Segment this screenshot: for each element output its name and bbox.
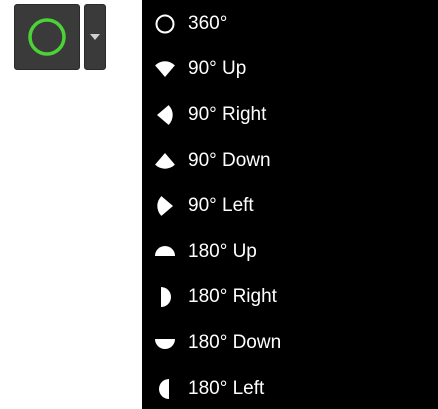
- full-circle-outline-icon: [152, 11, 178, 37]
- angle-menu: 360° 90° Up 90° Right 90° Down 90° Left: [142, 0, 438, 409]
- half-circle-down-icon: [152, 330, 178, 356]
- menu-item-180-right[interactable]: 180° Right: [142, 275, 438, 321]
- quarter-wedge-up-icon: [152, 56, 178, 82]
- menu-item-90-right[interactable]: 90° Right: [142, 92, 438, 138]
- menu-item-90-left[interactable]: 90° Left: [142, 183, 438, 229]
- menu-item-label: 180° Down: [188, 331, 282, 353]
- chevron-down-icon: [90, 34, 100, 40]
- shape-toolbar-group: [14, 4, 106, 72]
- quarter-wedge-down-icon: [152, 148, 178, 174]
- menu-item-180-up[interactable]: 180° Up: [142, 229, 438, 275]
- half-circle-up-icon: [152, 239, 178, 265]
- menu-item-180-down[interactable]: 180° Down: [142, 320, 438, 366]
- menu-item-label: 90° Right: [188, 103, 267, 125]
- menu-item-label: 90° Down: [188, 149, 271, 171]
- menu-item-label: 180° Right: [188, 286, 277, 308]
- circle-shape-button[interactable]: [14, 4, 80, 70]
- menu-item-label: 360°: [188, 12, 228, 34]
- half-circle-left-icon: [152, 376, 178, 402]
- half-circle-right-icon: [152, 284, 178, 310]
- menu-item-90-up[interactable]: 90° Up: [142, 47, 438, 93]
- quarter-wedge-right-icon: [152, 102, 178, 128]
- circle-outline-icon: [28, 18, 66, 56]
- page: 360° 90° Up 90° Right 90° Down 90° Left: [0, 0, 438, 409]
- shape-dropdown-button[interactable]: [84, 4, 106, 70]
- menu-item-360[interactable]: 360°: [142, 1, 438, 47]
- menu-item-label: 180° Up: [188, 240, 257, 262]
- menu-item-label: 90° Left: [188, 195, 254, 217]
- menu-item-180-left[interactable]: 180° Left: [142, 366, 438, 409]
- menu-item-90-down[interactable]: 90° Down: [142, 138, 438, 184]
- menu-item-label: 90° Up: [188, 58, 247, 80]
- menu-item-label: 180° Left: [188, 377, 265, 399]
- quarter-wedge-left-icon: [152, 193, 178, 219]
